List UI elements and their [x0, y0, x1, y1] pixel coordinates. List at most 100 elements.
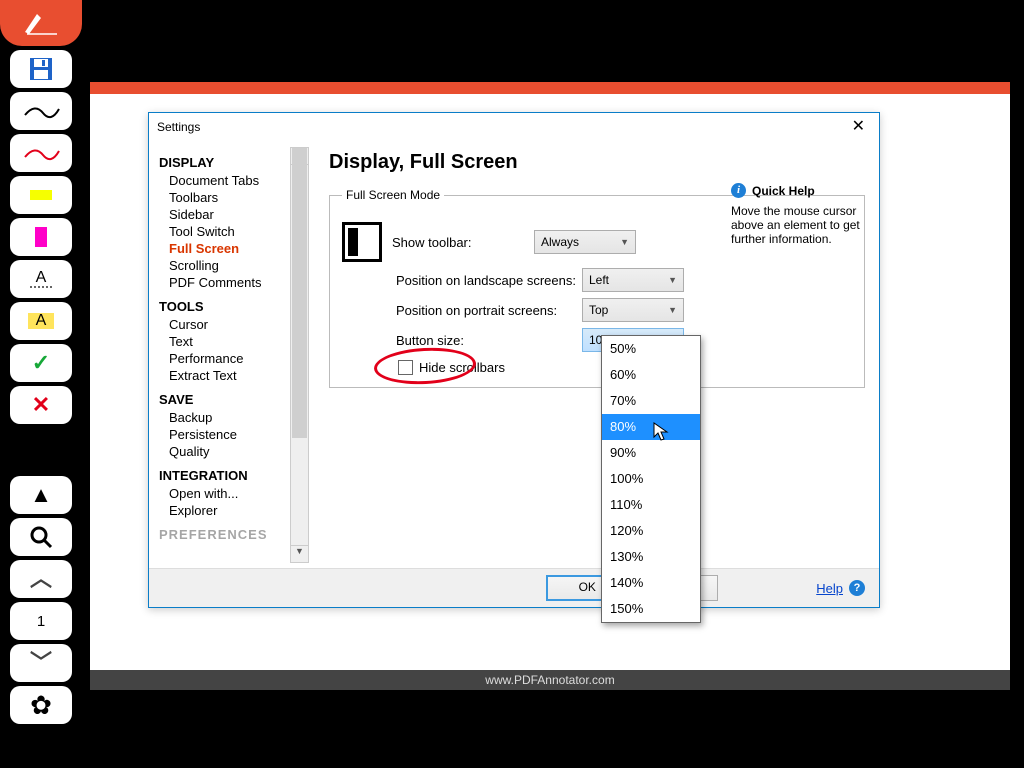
scroll-down-icon[interactable]: ▼ — [291, 545, 308, 562]
floppy-icon — [28, 56, 54, 82]
button-size-label: Button size: — [386, 333, 582, 348]
nav-item[interactable]: Performance — [159, 350, 309, 367]
quick-help-title: Quick Help — [752, 184, 815, 198]
dropdown-option[interactable]: 110% — [602, 492, 700, 518]
button-size-dropdown: 50% 60% 70% 80% 90% 100% 110% 120% 130% … — [601, 335, 701, 623]
nav-item[interactable]: Backup — [159, 409, 309, 426]
nav-item[interactable]: Text — [159, 333, 309, 350]
page-number[interactable]: 1 — [10, 602, 72, 640]
dropdown-option[interactable]: 140% — [602, 570, 700, 596]
dialog-titlebar: Settings ✕ — [149, 113, 879, 141]
highlight-magenta-button[interactable] — [10, 218, 72, 256]
nav-item[interactable]: Extract Text — [159, 367, 309, 384]
settings-gear-button[interactable]: ✿ — [10, 686, 72, 724]
settings-content: Display, Full Screen Full Screen Mode Sh… — [309, 141, 879, 569]
hide-scrollbars-checkbox[interactable] — [398, 360, 413, 375]
accept-button[interactable]: ✓ — [10, 344, 72, 382]
text-highlight-button[interactable]: A — [10, 302, 72, 340]
footer-url: www.PDFAnnotator.com — [485, 673, 614, 687]
nav-item[interactable]: PDF Comments — [159, 274, 309, 291]
chevron-up-icon: ︿ — [30, 568, 52, 590]
nav-scrollbar[interactable]: ▲ ▼ — [290, 147, 309, 563]
dropdown-option[interactable]: 130% — [602, 544, 700, 570]
dropdown-option[interactable]: 100% — [602, 466, 700, 492]
x-icon: ✕ — [32, 394, 50, 416]
nav-section-integration: INTEGRATION — [159, 468, 309, 483]
nav-item[interactable]: Quality — [159, 443, 309, 460]
nav-item[interactable]: Document Tabs — [159, 172, 309, 189]
portrait-combo[interactable]: Top▼ — [582, 298, 684, 322]
magnifier-icon — [29, 525, 53, 549]
check-icon: ✓ — [32, 352, 50, 374]
dropdown-option[interactable]: 60% — [602, 362, 700, 388]
chevron-down-icon: ▼ — [620, 237, 629, 247]
chevron-down-icon: ﹀ — [30, 652, 52, 674]
nav-item[interactable]: Scrolling — [159, 257, 309, 274]
text-tool-button[interactable]: A — [10, 260, 72, 298]
fullscreen-icon — [342, 222, 382, 262]
stroke-black-icon — [21, 101, 61, 121]
dialog-close-button[interactable]: ✕ — [846, 113, 871, 141]
dropdown-option[interactable]: 50% — [602, 336, 700, 362]
yellow-swatch-icon — [30, 190, 52, 200]
scroll-thumb[interactable] — [292, 148, 307, 438]
show-toolbar-combo[interactable]: Always▼ — [534, 230, 636, 254]
triangle-up-icon: ▲ — [30, 484, 52, 506]
page-number-label: 1 — [37, 613, 45, 630]
nav-section-tools: TOOLS — [159, 299, 309, 314]
page-heading: Display, Full Screen — [329, 151, 865, 174]
dropdown-option[interactable]: 120% — [602, 518, 700, 544]
dialog-title: Settings — [157, 113, 200, 141]
text-a-highlight-icon: A — [28, 313, 55, 329]
cursor-icon — [653, 422, 669, 445]
nav-section-display: DISPLAY — [159, 155, 309, 170]
zoom-button[interactable] — [10, 518, 72, 556]
portrait-label: Position on portrait screens: — [386, 303, 582, 318]
text-a-icon: A — [30, 270, 53, 288]
hide-scrollbars-label: Hide scrollbars — [419, 360, 505, 375]
dropdown-option[interactable]: 70% — [602, 388, 700, 414]
chevron-down-icon: ▼ — [668, 275, 677, 285]
nav-item[interactable]: Open with... — [159, 485, 309, 502]
landscape-label: Position on landscape screens: — [386, 273, 582, 288]
quick-help-text: Move the mouse cursor above an element t… — [731, 204, 867, 246]
landscape-combo[interactable]: Left▼ — [582, 268, 684, 292]
nav-section-preferences: PREFERENCES — [159, 527, 309, 542]
settings-nav: DISPLAY Document Tabs Toolbars Sidebar T… — [149, 141, 309, 569]
help-icon[interactable]: ? — [849, 580, 865, 596]
save-button[interactable] — [10, 50, 72, 88]
nav-item[interactable]: Sidebar — [159, 206, 309, 223]
quick-help: i Quick Help Move the mouse cursor above … — [731, 183, 867, 246]
app-logo-button[interactable] — [0, 0, 82, 46]
stroke-red-icon — [21, 143, 61, 163]
nav-item[interactable]: Tool Switch — [159, 223, 309, 240]
dropdown-option[interactable]: 90% — [602, 440, 700, 466]
highlight-yellow-button[interactable] — [10, 176, 72, 214]
nav-item[interactable]: Toolbars — [159, 189, 309, 206]
nav-item[interactable]: Cursor — [159, 316, 309, 333]
show-toolbar-label: Show toolbar: — [392, 235, 534, 250]
magenta-swatch-icon — [35, 227, 47, 247]
settings-dialog: Settings ✕ DISPLAY Document Tabs Toolbar… — [148, 112, 880, 608]
dialog-footer: OK Cancel Help ? — [149, 568, 879, 607]
footer-bar: www.PDFAnnotator.com — [90, 670, 1010, 690]
next-page-button[interactable]: ﹀ — [10, 644, 72, 682]
nav-item[interactable]: Explorer — [159, 502, 309, 519]
dropdown-option-hover[interactable]: 80% — [602, 414, 700, 440]
fieldset-legend: Full Screen Mode — [342, 188, 444, 202]
info-icon: i — [731, 183, 746, 198]
collapse-up-button[interactable]: ▲ — [10, 476, 72, 514]
gear-icon: ✿ — [30, 692, 52, 718]
pen-icon — [21, 8, 61, 38]
nav-item-fullscreen[interactable]: Full Screen — [159, 240, 309, 257]
nav-item[interactable]: Persistence — [159, 426, 309, 443]
reject-button[interactable]: ✕ — [10, 386, 72, 424]
prev-page-button[interactable]: ︿ — [10, 560, 72, 598]
pen-black-button[interactable] — [10, 92, 72, 130]
dropdown-option[interactable]: 150% — [602, 596, 700, 622]
chevron-down-icon: ▼ — [668, 305, 677, 315]
help-link[interactable]: Help — [816, 581, 843, 596]
pen-red-button[interactable] — [10, 134, 72, 172]
left-toolbar: A A ✓ ✕ ▲ ︿ 1 ﹀ ✿ — [0, 0, 82, 768]
nav-section-save: SAVE — [159, 392, 309, 407]
